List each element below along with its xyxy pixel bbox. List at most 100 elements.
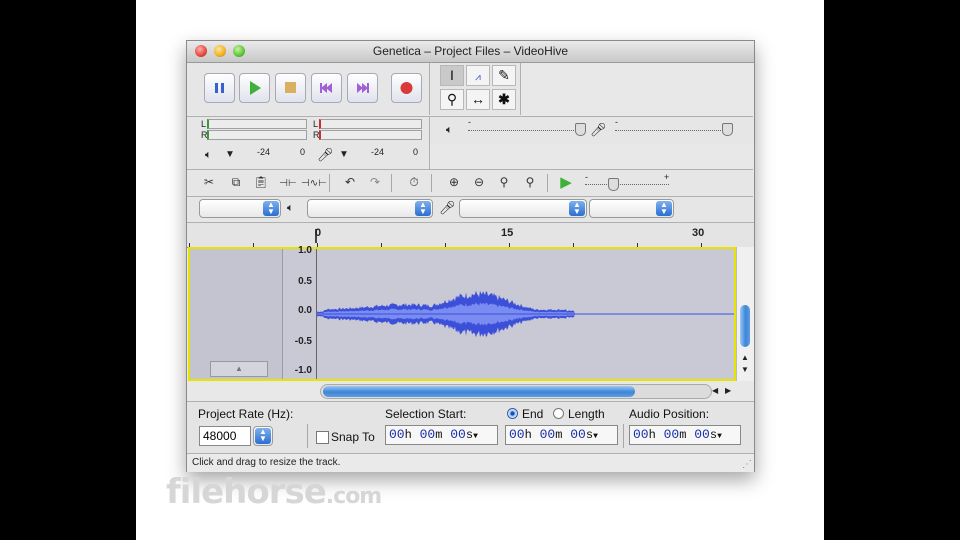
toolbar-separator <box>329 174 330 192</box>
cut-button[interactable]: ✂ <box>198 172 220 193</box>
play-speed-minus: - <box>585 172 588 182</box>
length-radio[interactable] <box>553 408 564 419</box>
pause-button[interactable] <box>204 73 235 103</box>
length-radio-label: Length <box>568 407 605 421</box>
selection-start-time[interactable]: 00h 00m 00s▼ <box>385 425 498 445</box>
device-toolbar: ▲ ▼ 🔈︎ ▲ ▼ 🎤︎ ▲ ▼ ▲ ▼ <box>187 196 753 222</box>
scroll-right-arrow-icon[interactable]: ▶ <box>725 386 731 395</box>
input-volume-thumb[interactable] <box>722 123 733 136</box>
input-device-icon: 🎤︎ <box>439 200 456 215</box>
skip-end-icon <box>357 83 369 93</box>
redo-button[interactable]: ↷ <box>364 172 386 193</box>
multi-tool[interactable]: ✱ <box>492 89 516 110</box>
project-rate-stepper[interactable]: ▲ ▼ <box>253 426 273 446</box>
mixer-toolbar: 🔈︎ - 🎤︎ - <box>430 116 753 144</box>
transport-toolbar <box>187 63 430 115</box>
audio-position-time[interactable]: 00h 00m 00s▼ <box>629 425 741 445</box>
scroll-up-arrow-icon[interactable]: ▲ <box>741 353 749 362</box>
redo-icon: ↷ <box>369 175 381 189</box>
scroll-left-arrow-icon[interactable]: ◀ <box>712 386 718 395</box>
chevron-updown-icon: ▲ ▼ <box>415 201 431 216</box>
play-meter-left-label: L <box>201 119 207 129</box>
amplitude-ruler: 1.0 0.5 0.0 -0.5 -1.0 <box>283 245 317 379</box>
rec-meter-dropdown-icon[interactable]: ▼ <box>339 149 349 160</box>
play-icon <box>250 81 261 95</box>
zoom-tool[interactable]: ⚲ <box>440 89 464 110</box>
input-channels-select[interactable]: ▲ ▼ <box>589 199 674 218</box>
project-rate-combo[interactable]: 48000 ▲ ▼ <box>199 426 273 446</box>
amp-label-0: 0.0 <box>298 305 312 316</box>
paste-button[interactable]: 📋︎ <box>250 172 272 193</box>
undo-button[interactable]: ↶ <box>339 172 361 193</box>
horizontal-scrollbar[interactable] <box>320 384 712 399</box>
magnifier-icon: ⚲ <box>446 91 458 107</box>
record-icon <box>400 82 413 94</box>
waveform-area[interactable] <box>317 249 734 379</box>
input-device-select[interactable]: ▲ ▼ <box>459 199 587 218</box>
silence-button[interactable]: ⊣∿⊢ <box>301 172 327 193</box>
output-volume-thumb[interactable] <box>575 123 586 136</box>
title-bar[interactable]: Genetica – Project Files – VideoHive <box>187 41 754 63</box>
fit-selection-button[interactable]: ⚲ <box>493 172 515 193</box>
amp-label-neg-0-5: -0.5 <box>294 336 312 347</box>
vertical-scroll-thumb[interactable] <box>740 305 750 347</box>
play-at-speed-button[interactable]: ▶ <box>555 172 577 193</box>
horizontal-scroll-thumb[interactable] <box>323 386 635 397</box>
end-radio[interactable] <box>507 408 518 419</box>
play-button[interactable] <box>239 73 270 103</box>
watermark: filehorse.com <box>166 472 382 512</box>
skip-to-start-button[interactable] <box>311 73 342 103</box>
zoom-in-button[interactable]: ⊕ <box>443 172 465 193</box>
play-speed-thumb[interactable] <box>608 178 619 191</box>
selection-tool[interactable]: I <box>440 65 464 86</box>
pause-icon <box>215 83 224 93</box>
speaker-icon[interactable]: 🔈︎ <box>205 149 212 162</box>
input-volume-slider[interactable] <box>615 130 727 132</box>
vertical-scrollbar[interactable]: ▲ ▼ <box>736 247 754 381</box>
trim-icon: ⊣⊢ <box>279 178 297 189</box>
window-title: Genetica – Project Files – VideoHive <box>372 44 569 58</box>
copy-icon: ⧉ <box>231 175 241 189</box>
zoom-in-icon: ⊕ <box>448 175 460 189</box>
waveform <box>317 290 734 338</box>
output-volume-slider[interactable] <box>468 130 580 132</box>
zoom-out-icon: ⊖ <box>473 175 485 189</box>
snap-to-checkbox[interactable] <box>316 431 329 444</box>
resize-grip-icon[interactable]: ⋰ <box>742 456 752 473</box>
play-speed-slider[interactable] <box>585 184 669 186</box>
play-meter-left <box>207 119 307 129</box>
undo-icon: ↶ <box>344 175 356 189</box>
output-device-icon: 🔈︎ <box>287 202 294 214</box>
snap-to-label: Snap To <box>331 430 375 444</box>
record-button[interactable] <box>391 73 422 103</box>
timeline-ruler[interactable]: 0 15 30 <box>187 222 754 248</box>
sync-lock-button[interactable]: ⏱ <box>403 172 425 193</box>
fit-project-icon: ⚲ <box>525 175 535 189</box>
play-at-speed-icon: ▶ <box>560 174 572 191</box>
microphone-icon[interactable]: 🎤︎ <box>317 147 334 163</box>
selection-toolbar: Project Rate (Hz): 48000 ▲ ▼ Snap To Sele… <box>187 401 754 454</box>
rec-meter-left <box>319 119 422 129</box>
draw-tool[interactable]: ✎ <box>492 65 516 86</box>
time-shift-tool[interactable]: ↔ <box>466 89 490 110</box>
zoom-out-button[interactable]: ⊖ <box>468 172 490 193</box>
audio-track[interactable]: ▲ 1.0 0.5 0.0 -0.5 -1.0 <box>188 245 736 381</box>
collapse-track-button[interactable]: ▲ <box>210 361 268 377</box>
toolbar-separator <box>307 424 308 448</box>
status-text: Click and drag to resize the track. <box>192 457 341 468</box>
play-meter-dropdown-icon[interactable]: ▼ <box>225 149 235 160</box>
host-select[interactable]: ▲ ▼ <box>199 199 281 218</box>
copy-button[interactable]: ⧉ <box>225 172 247 193</box>
scroll-down-arrow-icon[interactable]: ▼ <box>741 365 749 374</box>
trim-button[interactable]: ⊣⊢ <box>277 172 299 193</box>
track-control-panel[interactable]: ▲ <box>190 249 283 379</box>
fit-project-button[interactable]: ⚲ <box>519 172 541 193</box>
selection-end-time[interactable]: 00h 00m 00s▼ <box>505 425 618 445</box>
skip-to-end-button[interactable] <box>347 73 378 103</box>
play-meter-right <box>207 130 307 140</box>
output-volume-icon: 🔈︎ <box>446 124 453 136</box>
project-rate-field[interactable]: 48000 <box>199 426 251 446</box>
stop-button[interactable] <box>275 73 306 103</box>
output-device-select[interactable]: ▲ ▼ <box>307 199 433 218</box>
envelope-tool[interactable]: ⩘ <box>466 65 490 86</box>
